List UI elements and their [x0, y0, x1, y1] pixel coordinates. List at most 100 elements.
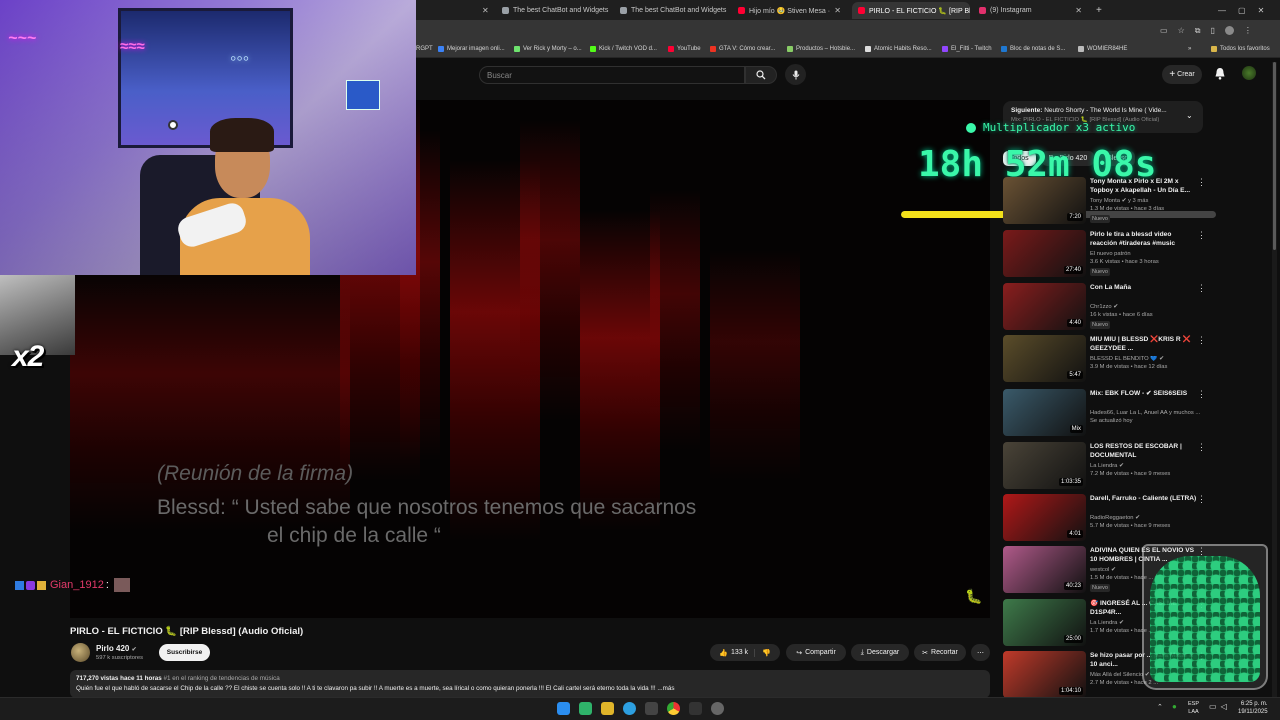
more-vert-icon[interactable]: ⋮ [1197, 442, 1206, 453]
recommendation-item[interactable]: 7:20 Tony Monta x Pirlo x El 2M x Topboy … [1003, 177, 1213, 225]
channel-avatar[interactable] [71, 643, 90, 662]
all-bookmarks[interactable]: Todos los favoritos [1211, 46, 1270, 52]
more-vert-icon[interactable]: ⋮ [1197, 230, 1206, 241]
bookmark-item[interactable]: YouTube [668, 46, 701, 52]
store-icon[interactable] [645, 702, 658, 715]
recommendation-title[interactable]: Con La Maña [1090, 283, 1198, 292]
video-thumbnail[interactable]: 1:03:35 [1003, 442, 1086, 489]
recommendation-channel[interactable]: BLESSD EL BENDITO 💙 ✔ [1090, 356, 1205, 362]
minimize-icon[interactable]: — [1218, 6, 1226, 15]
menu-icon[interactable]: ⋮ [1244, 26, 1252, 36]
recommendation-title[interactable]: LOS RESTOS DE ESCOBAR | DOCUMENTAL [1090, 442, 1198, 460]
more-vert-icon[interactable]: ⋮ [1197, 494, 1206, 505]
more-bookmarks-icon[interactable]: » [1188, 46, 1191, 52]
bookmark-item[interactable]: Atomic Habits Reso... [865, 46, 932, 52]
close-icon[interactable]: ✕ [834, 6, 841, 15]
toolbar-icons[interactable]: ▭ ☆ ⧉ ▯ ⋮ [1160, 26, 1252, 36]
bookmark-item[interactable]: Mejorar imagen onli... [438, 46, 505, 52]
browser-tab-active[interactable]: PIRLO - EL FICTICIO 🐛 [RIP Bl ✕ [852, 2, 970, 19]
account-avatar[interactable] [1242, 66, 1256, 80]
bookmark-item[interactable]: RGPT [416, 46, 433, 52]
recommendation-title[interactable]: Darell, Farruko - Caliente (LETRA) [1090, 494, 1198, 503]
more-vert-icon[interactable]: ⋮ [1197, 335, 1206, 346]
language-indicator[interactable]: ESP LAA [1188, 700, 1199, 716]
bookmark-item[interactable]: Ver Rick y Morty – o... [514, 46, 582, 52]
star-icon[interactable]: ☆ [1178, 26, 1185, 36]
recommendation-channel[interactable]: El nuevo patrón [1090, 251, 1205, 257]
download-button[interactable]: ⤓ Descargar [851, 644, 909, 661]
recommendation-channel[interactable]: Chr1zzo ✔ [1090, 304, 1205, 310]
recommendation-title[interactable]: Pirlo le tira a blessd video reacción #t… [1090, 230, 1198, 248]
video-thumbnail[interactable]: 1:04:10 [1003, 651, 1086, 698]
more-vert-icon[interactable]: ⋮ [1197, 283, 1206, 294]
sidepanel-icon[interactable]: ▯ [1210, 26, 1214, 36]
search-input[interactable]: Buscar [479, 66, 745, 84]
maximize-icon[interactable]: ▢ [1238, 6, 1246, 15]
recommendation-channel[interactable]: Tony Monta ✔ y 3 más [1090, 198, 1205, 204]
recommendation-title[interactable]: MIU MIU | BLESSD ❌KRIS R ❌ GEEZYDEE ... [1090, 335, 1198, 353]
browser-tab[interactable]: The best ChatBot and Widgets ✕ [496, 2, 611, 19]
close-window-icon[interactable]: ✕ [1258, 6, 1265, 15]
bookmark-item[interactable]: Kick / Twitch VOD d... [590, 46, 657, 52]
system-clock[interactable]: 6:25 p. m. 19/11/2025 [1238, 700, 1268, 716]
chrome-icon[interactable] [667, 702, 680, 715]
recommendation-item[interactable]: 4:01 Darell, Farruko - Caliente (LETRA) Ra… [1003, 494, 1213, 542]
tray-chevron-icon[interactable]: ⌃ [1157, 703, 1163, 711]
recommendation-item[interactable]: 1:03:35 LOS RESTOS DE ESCOBAR | DOCUMENTA… [1003, 442, 1213, 490]
channel-name[interactable]: Pirlo 420 ✔ [96, 644, 137, 653]
start-menu-icon[interactable] [557, 702, 570, 715]
new-tab-button[interactable]: + [1090, 2, 1106, 19]
recommendation-item[interactable]: 5:47 MIU MIU | BLESSD ❌KRIS R ❌ GEEZYDEE … [1003, 335, 1213, 383]
edge-icon[interactable] [623, 702, 636, 715]
dislike-button[interactable]: 👎 [758, 649, 771, 657]
recommendation-channel[interactable]: Hades66, Luar La L, Anuel AA y muchos ..… [1090, 410, 1205, 416]
create-button[interactable]: + Crear [1162, 65, 1202, 84]
video-thumbnail[interactable]: Mix [1003, 389, 1086, 436]
channel-watermark-icon[interactable]: 🐛 [965, 588, 982, 605]
notifications-bell-icon[interactable] [1214, 67, 1226, 85]
file-explorer-icon[interactable] [601, 702, 614, 715]
window-controls[interactable]: — ▢ ✕ [1212, 2, 1274, 19]
recommendation-item[interactable]: 27:40 Pirlo le tira a blessd video reacci… [1003, 230, 1213, 278]
bookmark-item[interactable]: Productos – Hotsbie... [787, 46, 855, 52]
search-button[interactable] [745, 66, 777, 84]
recommendation-title[interactable]: Mix: EBK FLOW - ✔ SEIS6SEIS [1090, 389, 1198, 398]
bookmark-item[interactable]: WOMIER84HE [1078, 46, 1127, 52]
scrollbar-thumb[interactable] [1273, 62, 1276, 250]
obs-icon[interactable] [711, 702, 724, 715]
recommendation-title[interactable]: Tony Monta x Pirlo x El 2M x Topboy x Ak… [1090, 177, 1198, 195]
recommendation-channel[interactable]: La Liendra ✔ [1090, 463, 1205, 469]
cast-icon[interactable]: ▭ [1160, 26, 1168, 36]
browser-tab[interactable]: The best ChatBot and Widgets ✕ [614, 2, 729, 19]
video-thumbnail[interactable]: 25:00 [1003, 599, 1086, 646]
video-thumbnail[interactable]: 7:20 [1003, 177, 1086, 224]
more-vert-icon[interactable]: ⋮ [1197, 389, 1206, 400]
terminal-icon[interactable] [689, 702, 702, 715]
bookmark-item[interactable]: GTA V: Cómo crear... [710, 46, 775, 52]
extensions-icon[interactable]: ⧉ [1195, 26, 1201, 36]
tab-close-icon[interactable]: ✕ [476, 2, 490, 19]
bookmark-item[interactable]: El_Fitti - Twitch [942, 46, 992, 52]
video-description[interactable]: 717,270 vistas hace 11 horas #1 en el ra… [70, 670, 990, 698]
xbox-icon[interactable] [579, 702, 592, 715]
video-thumbnail[interactable]: 4:01 [1003, 494, 1086, 541]
recommendation-item[interactable]: 4:40 Con La Maña Chr1zzo ✔ 16 k vistas • ha… [1003, 283, 1213, 331]
browser-tab[interactable]: (9) Instagram ✕ [973, 2, 1088, 19]
bookmark-item[interactable]: Bloc de notas de S... [1001, 46, 1065, 52]
share-button[interactable]: ↪ Compartir [786, 644, 846, 661]
recommendation-channel[interactable]: RadioReggaeton ✔ [1090, 515, 1205, 521]
recommendation-item[interactable]: Mix Mix: EBK FLOW - ✔ SEIS6SEIS Hades66, L… [1003, 389, 1213, 437]
voice-search-button[interactable] [785, 64, 806, 85]
more-vert-icon[interactable]: ⋮ [1197, 177, 1206, 188]
clip-button[interactable]: ✂ Recortar [914, 644, 966, 661]
video-thumbnail[interactable]: 40:23 [1003, 546, 1086, 593]
video-thumbnail[interactable]: 4:40 [1003, 283, 1086, 330]
video-thumbnail[interactable]: 27:40 [1003, 230, 1086, 277]
browser-tab[interactable]: Hijo mío 🥹 Stiven Mesa · ✕ [732, 2, 847, 19]
like-button[interactable]: 👍 133 k [719, 648, 756, 657]
profile-avatar[interactable] [1224, 26, 1234, 35]
close-icon[interactable]: ✕ [1075, 6, 1082, 15]
tray-app-icon[interactable]: ● [1172, 702, 1177, 711]
chevron-down-icon[interactable]: ⌄ [1186, 111, 1193, 120]
video-thumbnail[interactable]: 5:47 [1003, 335, 1086, 382]
